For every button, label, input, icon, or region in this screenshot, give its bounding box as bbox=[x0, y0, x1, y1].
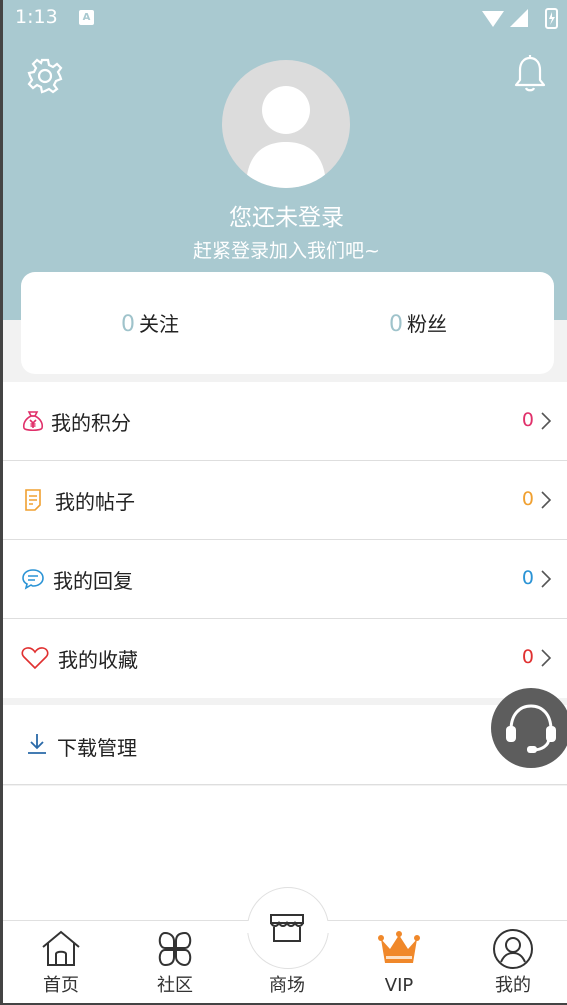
tab-label: VIP bbox=[384, 975, 414, 996]
chevron-right-icon bbox=[541, 412, 552, 430]
avatar[interactable] bbox=[222, 60, 350, 188]
chat-bubble-icon bbox=[22, 569, 44, 590]
tab-label: 商场 bbox=[269, 975, 305, 996]
post-icon bbox=[25, 489, 41, 511]
headset-icon bbox=[506, 704, 556, 753]
chevron-right-icon bbox=[541, 649, 552, 667]
chevron-right-icon bbox=[541, 491, 552, 509]
download-menu-list: 下载管理 bbox=[3, 705, 567, 785]
default-user-icon bbox=[246, 86, 326, 188]
menu-item-label: 我的回复 bbox=[53, 569, 133, 593]
home-icon bbox=[42, 930, 80, 966]
status-time: 1:13 bbox=[15, 6, 58, 28]
menu-item-favorites[interactable]: 我的收藏 0 bbox=[3, 619, 567, 698]
stats-card: 0 关注 0 粉丝 bbox=[21, 272, 554, 374]
menu-item-label: 我的帖子 bbox=[55, 490, 135, 514]
menu-item-replies[interactable]: 我的回复 0 bbox=[3, 540, 567, 619]
tab-community[interactable]: 社区 bbox=[125, 921, 225, 1003]
login-prompt-title[interactable]: 您还未登录 bbox=[3, 198, 567, 232]
menu-item-points[interactable]: 我的积分 0 bbox=[3, 382, 567, 461]
crown-icon bbox=[378, 931, 420, 963]
menu-item-posts[interactable]: 我的帖子 0 bbox=[3, 461, 567, 540]
follow-count: 0 bbox=[121, 312, 135, 337]
heart-icon bbox=[21, 647, 49, 670]
tab-label: 我的 bbox=[495, 975, 531, 996]
replies-count: 0 bbox=[521, 567, 534, 589]
login-prompt-subtitle[interactable]: 赶紧登录加入我们吧~ bbox=[3, 236, 567, 263]
tab-mall[interactable]: 商场 bbox=[237, 895, 337, 1003]
points-count: 0 bbox=[521, 409, 534, 431]
status-bar: 1:13 A bbox=[3, 0, 567, 36]
menu-item-label: 我的收藏 bbox=[58, 648, 138, 672]
fans-count: 0 bbox=[389, 312, 403, 337]
status-indicators-icon bbox=[482, 8, 558, 29]
tab-label: 首页 bbox=[43, 975, 79, 996]
app-screen: 1:13 A 您还未登录 赶紧登录加入我们吧~ 0 关注 0 粉丝 我的积分 0… bbox=[0, 0, 567, 1005]
menu-item-downloads[interactable]: 下载管理 bbox=[3, 705, 567, 785]
tab-mine[interactable]: 我的 bbox=[463, 921, 563, 1003]
fans-stat[interactable]: 0 粉丝 bbox=[389, 308, 447, 337]
tab-vip[interactable]: VIP bbox=[349, 921, 449, 1003]
user-circle-icon bbox=[493, 929, 533, 969]
settings-gear-icon[interactable] bbox=[25, 56, 65, 96]
download-icon bbox=[28, 734, 46, 754]
customer-service-button[interactable] bbox=[491, 688, 567, 768]
follow-label: 关注 bbox=[139, 312, 179, 336]
follow-stat[interactable]: 0 关注 bbox=[121, 308, 179, 337]
money-bag-icon bbox=[22, 411, 44, 432]
profile-menu-list: 我的积分 0 我的帖子 0 我的回复 0 我的收藏 0 bbox=[3, 382, 567, 698]
fans-label: 粉丝 bbox=[407, 312, 447, 336]
menu-item-label: 下载管理 bbox=[57, 736, 137, 760]
posts-count: 0 bbox=[521, 488, 534, 510]
tab-label: 社区 bbox=[157, 975, 193, 996]
store-icon bbox=[270, 914, 304, 942]
notification-bell-icon[interactable] bbox=[512, 54, 548, 94]
menu-item-label: 我的积分 bbox=[51, 411, 131, 435]
notification-a-icon: A bbox=[79, 10, 94, 25]
favorites-count: 0 bbox=[521, 646, 534, 668]
community-icon bbox=[158, 931, 192, 967]
tab-home[interactable]: 首页 bbox=[11, 921, 111, 1003]
chevron-right-icon bbox=[541, 570, 552, 588]
